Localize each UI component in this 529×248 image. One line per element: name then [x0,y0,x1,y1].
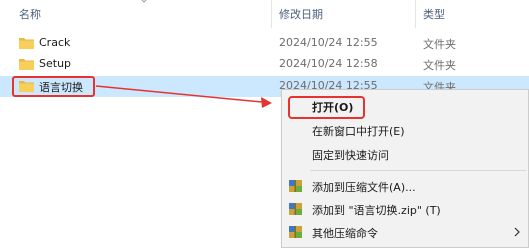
menu-item-label: 添加到 "语言切换.zip" (T) [312,204,441,217]
archive-icon [289,180,302,192]
menu-item-label: 其他压缩命令 [312,227,378,240]
menu-item-add-to-zip[interactable]: 添加到 "语言切换.zip" (T) [282,199,528,220]
menu-item-open-new-window[interactable]: 在新窗口中打开(E) [282,120,528,141]
archive-icon [289,203,302,215]
menu-item-label: 固定到快速访问 [312,149,389,162]
archive-icon [289,226,302,238]
menu-item-other-compress[interactable]: 其他压缩命令 [282,222,528,243]
menu-item-open[interactable]: 打开(O) [282,96,528,119]
annotation-highlight-box [288,96,365,119]
menu-item-label: 在新窗口中打开(E) [312,125,405,138]
submenu-arrow-icon [514,227,520,237]
menu-item-add-archive[interactable]: 添加到压缩文件(A)... [282,176,528,197]
menu-separator [310,170,526,171]
menu-item-label: 添加到压缩文件(A)... [312,181,416,194]
menu-item-pin-quick-access[interactable]: 固定到快速访问 [282,144,528,165]
context-menu: 打开(O) 在新窗口中打开(E) 固定到快速访问 添加到压缩文件(A)... 添… [281,89,529,248]
